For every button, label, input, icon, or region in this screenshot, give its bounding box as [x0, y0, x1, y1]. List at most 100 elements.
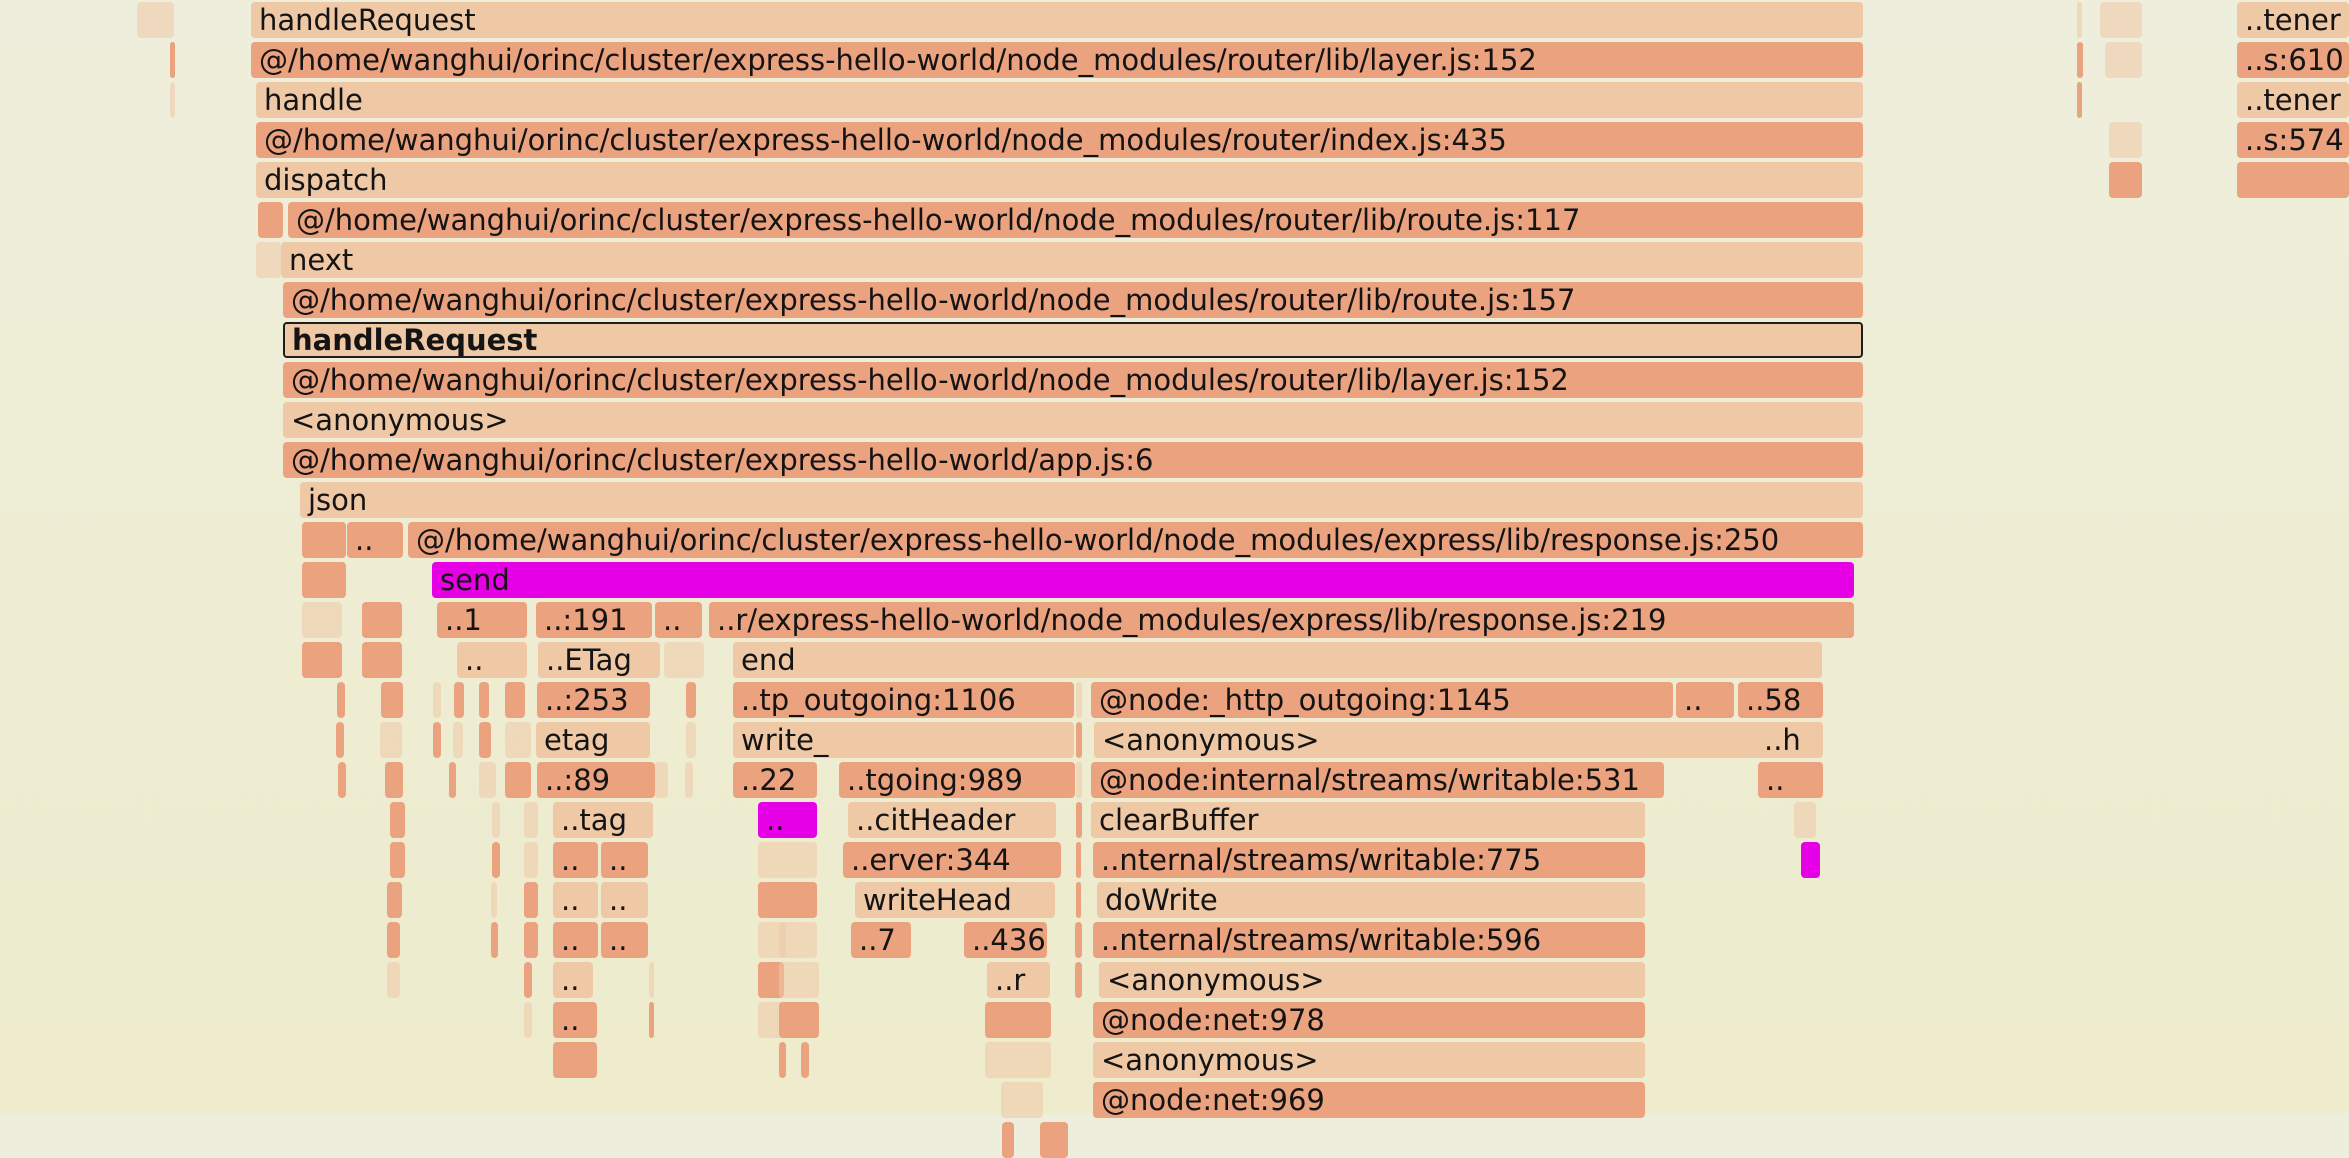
flame-frame[interactable]: @/home/wanghui/orinc/cluster/express-hel… [283, 442, 1863, 478]
flame-frame[interactable]: ..tag [553, 802, 653, 838]
flame-frame[interactable] [553, 1042, 597, 1078]
flame-frame[interactable]: ..436 [964, 922, 1047, 958]
flame-frame[interactable] [454, 682, 464, 718]
flame-frame[interactable] [1076, 842, 1081, 878]
frame-selected[interactable]: handleRequest [283, 322, 1863, 358]
flame-frame[interactable] [779, 922, 817, 958]
flame-frame[interactable] [2077, 42, 2083, 78]
flame-frame[interactable]: end [733, 642, 1822, 678]
flame-frame[interactable]: .. [655, 602, 702, 638]
flame-frame[interactable]: .. [1676, 682, 1734, 718]
flame-frame[interactable]: handleRequest [251, 2, 1863, 38]
flame-frame[interactable] [649, 962, 654, 998]
flame-frame[interactable] [362, 642, 402, 678]
flame-frame[interactable]: ..r/express-hello-world/node_modules/exp… [709, 602, 1854, 638]
flame-frame[interactable]: .. [758, 802, 817, 838]
flame-frame[interactable]: .. [553, 882, 598, 918]
flame-frame[interactable] [1075, 962, 1082, 998]
flame-frame[interactable] [524, 882, 538, 918]
flame-frame[interactable] [453, 722, 463, 758]
flame-frame[interactable]: write_ [733, 722, 1074, 758]
flame-frame[interactable] [1040, 1122, 1068, 1158]
flame-frame[interactable]: ..58 [1738, 682, 1823, 718]
flame-frame[interactable]: ..citHeader [848, 802, 1056, 838]
flame-frame[interactable] [779, 1042, 786, 1078]
flame-frame[interactable] [256, 242, 281, 278]
flame-frame[interactable]: @node:internal/streams/writable:531 [1091, 762, 1664, 798]
flame-frame[interactable]: <anonymous> [1093, 1042, 1645, 1078]
flame-frame[interactable] [1076, 762, 1082, 798]
flame-frame[interactable] [491, 882, 497, 918]
flame-frame[interactable] [985, 1002, 1051, 1038]
flame-frame[interactable] [390, 802, 405, 838]
flame-frame[interactable]: @/home/wanghui/orinc/cluster/express-hel… [283, 362, 1863, 398]
flame-frame[interactable] [336, 722, 344, 758]
flame-frame[interactable] [387, 882, 402, 918]
flame-frame[interactable] [686, 722, 696, 758]
flame-frame[interactable]: <anonymous> [1099, 962, 1645, 998]
flame-frame[interactable] [387, 962, 400, 998]
flame-frame[interactable]: doWrite [1097, 882, 1645, 918]
flame-frame[interactable]: @/home/wanghui/orinc/cluster/express-hel… [288, 202, 1863, 238]
flame-frame[interactable] [258, 202, 283, 238]
flame-frame[interactable]: ..1 [437, 602, 527, 638]
flame-frame[interactable]: .. [1758, 762, 1823, 798]
flame-frame[interactable]: @/home/wanghui/orinc/cluster/express-hel… [408, 522, 1863, 558]
flame-frame[interactable]: ..:89 [537, 762, 655, 798]
flame-frame[interactable] [505, 762, 531, 798]
flame-frame[interactable] [524, 922, 538, 958]
flame-frame[interactable] [1002, 1122, 1014, 1158]
flame-frame[interactable] [2109, 122, 2142, 158]
flame-frame[interactable]: clearBuffer [1091, 802, 1645, 838]
flame-frame[interactable] [655, 762, 668, 798]
flame-frame[interactable] [385, 762, 403, 798]
flame-frame[interactable] [686, 682, 696, 718]
flame-frame[interactable]: @/home/wanghui/orinc/cluster/express-hel… [251, 42, 1863, 78]
flame-frame[interactable] [1076, 722, 1082, 758]
flame-frame[interactable] [491, 922, 498, 958]
flame-frame[interactable] [505, 682, 525, 718]
flame-frame[interactable] [302, 522, 346, 558]
flame-frame[interactable] [302, 642, 342, 678]
flame-frame[interactable] [337, 682, 345, 718]
flame-frame[interactable] [390, 842, 405, 878]
flame-frame[interactable] [449, 762, 456, 798]
flame-frame[interactable] [492, 842, 500, 878]
flame-frame[interactable] [664, 642, 704, 678]
flame-frame[interactable]: .. [457, 642, 527, 678]
flame-frame[interactable] [1075, 922, 1082, 958]
flame-frame[interactable]: .. [601, 882, 648, 918]
flame-frame[interactable] [779, 962, 819, 998]
flame-frame[interactable]: .. [601, 842, 648, 878]
flame-frame[interactable] [2105, 42, 2142, 78]
flame-frame[interactable]: etag [536, 722, 650, 758]
flame-frame[interactable] [479, 682, 489, 718]
flame-frame[interactable]: json [300, 482, 1863, 518]
flame-frame[interactable] [505, 722, 531, 758]
flame-frame[interactable]: ..nternal/streams/writable:596 [1093, 922, 1645, 958]
flame-frame[interactable] [2077, 82, 2082, 118]
flame-frame[interactable]: next [281, 242, 1863, 278]
flame-frame[interactable] [338, 762, 346, 798]
flame-frame[interactable] [479, 762, 496, 798]
flame-frame[interactable]: ..tp_outgoing:1106 [733, 682, 1074, 718]
flame-frame[interactable] [758, 842, 817, 878]
flame-frame[interactable] [479, 722, 491, 758]
flame-frame[interactable]: <anonymous> [1094, 722, 1823, 758]
flame-frame[interactable] [1801, 842, 1820, 878]
flame-frame[interactable] [2100, 2, 2142, 38]
flame-frame[interactable]: .. [347, 522, 403, 558]
flame-frame[interactable]: ..tener [2237, 2, 2349, 38]
flame-frame[interactable] [433, 682, 441, 718]
flame-frame[interactable]: <anonymous> [283, 402, 1863, 438]
flame-frame[interactable] [302, 602, 342, 638]
flame-frame[interactable]: ..:253 [537, 682, 650, 718]
flame-frame[interactable] [170, 82, 175, 118]
flame-frame[interactable] [380, 722, 402, 758]
flame-frame[interactable] [524, 802, 538, 838]
flame-frame[interactable] [801, 1042, 809, 1078]
flame-frame[interactable] [524, 842, 538, 878]
flame-frame[interactable]: ..tgoing:989 [839, 762, 1075, 798]
flame-frame[interactable]: ..:191 [536, 602, 652, 638]
flame-frame[interactable]: ..ETag [538, 642, 660, 678]
